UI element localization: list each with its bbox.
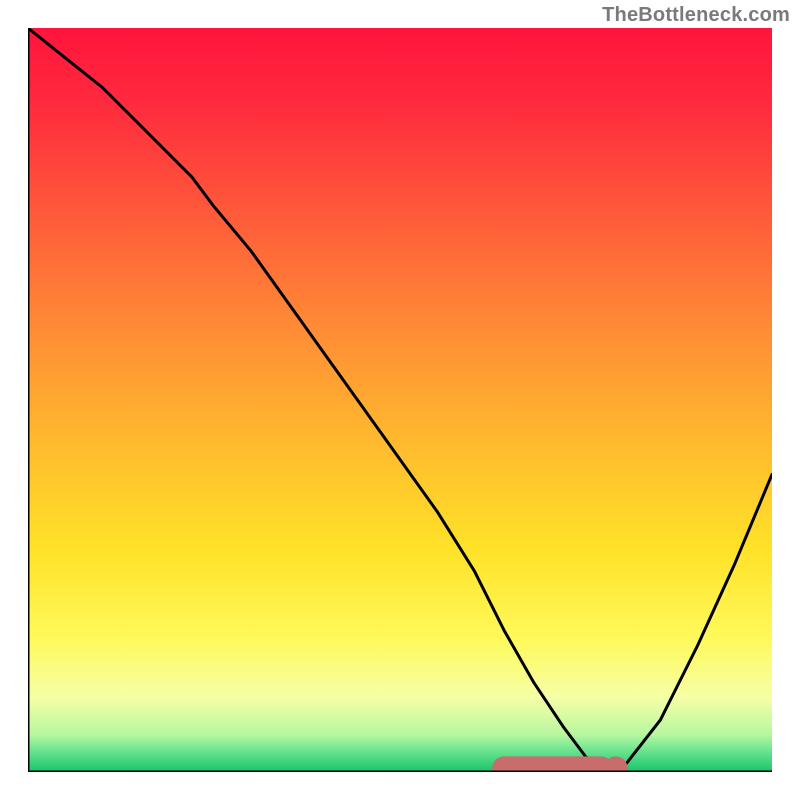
bottleneck-chart <box>28 28 772 772</box>
chart-background <box>28 28 772 772</box>
watermark-text: TheBottleneck.com <box>602 4 790 27</box>
